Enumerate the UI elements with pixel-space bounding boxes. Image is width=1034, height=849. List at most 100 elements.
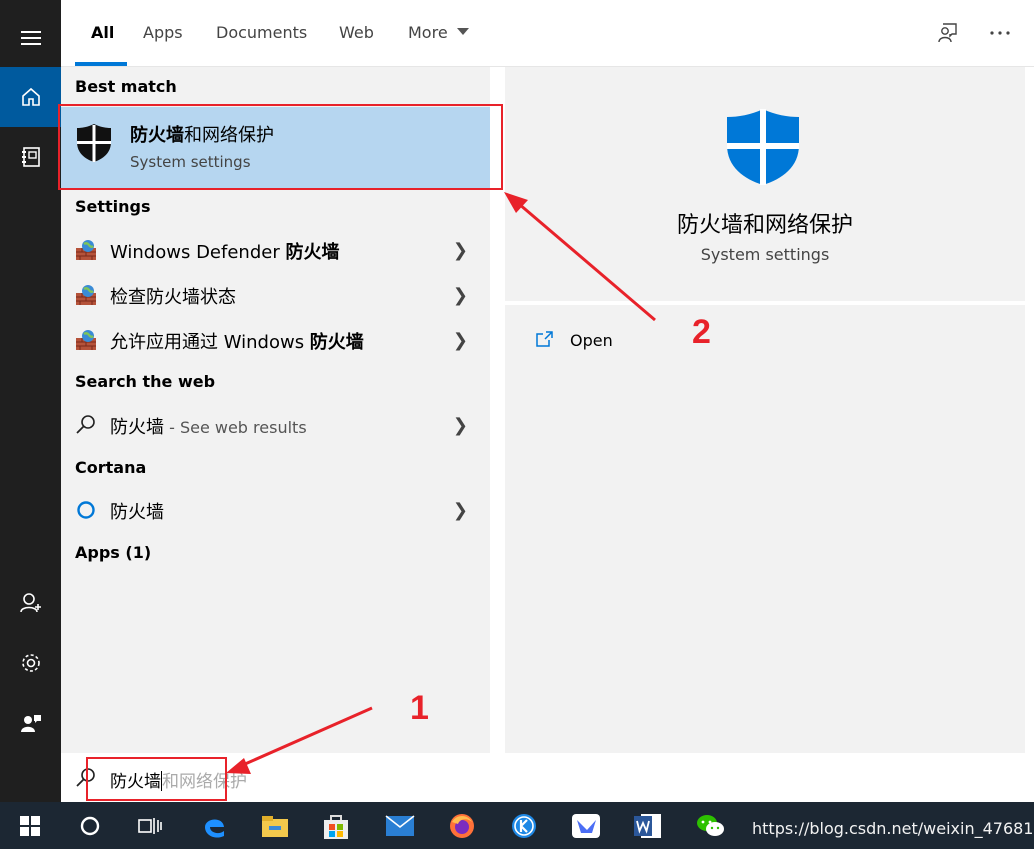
settings-item-label: Windows Defender 防火墙 [110,238,339,264]
settings-item-check-firewall[interactable]: 检查防火墙状态 ❯ [61,273,490,317]
tab-more-label: More [408,23,448,42]
annotation-box-best-match [58,104,503,190]
firefox-button[interactable] [446,810,478,842]
firefox-icon [450,814,474,838]
add-user-icon [19,593,41,613]
firewall-icon [76,240,96,260]
cortana-taskbar-button[interactable] [74,810,106,842]
task-view-icon [138,818,162,834]
notebook-button[interactable] [0,127,61,187]
mail-icon [385,815,415,836]
file-explorer-button[interactable] [259,810,291,842]
web-search-label: 防火墙 - See web results [110,413,307,439]
cortana-item[interactable]: 防火墙 ❯ [61,488,490,532]
hamburger-menu-button[interactable] [0,8,61,68]
apps-header: Apps (1) [75,543,152,562]
tab-web-label: Web [339,23,374,42]
wechat-button[interactable] [694,810,726,842]
add-user-button[interactable] [0,573,61,633]
chevron-right-icon: ❯ [452,285,468,306]
left-rail [0,0,61,802]
tab-all-label: All [91,23,115,42]
word-icon [634,814,661,838]
word-button[interactable] [632,810,664,842]
feedback-person-button[interactable] [932,18,962,48]
settings-item-bold: 防火墙 [146,287,200,308]
web-search-query: 防火墙 [110,417,164,438]
firewall-icon [76,285,96,305]
wechat-icon [697,815,724,836]
tab-web[interactable]: Web [339,0,374,67]
watermark-url: https://blog.csdn.net/weixin_47681230 [752,819,1034,838]
home-icon [21,87,40,106]
tab-more[interactable]: More [408,0,469,67]
settings-item-prefix: Windows Defender [110,242,286,263]
gear-icon [21,654,40,672]
store-icon [324,815,348,839]
more-options-button[interactable] [985,18,1015,48]
preview-header: 防火墙和网络保护 System settings [505,67,1025,301]
k-app-button[interactable] [508,810,540,842]
home-button[interactable] [0,67,61,127]
windows-start-icon [20,816,40,836]
more-icon [990,31,1010,35]
start-button[interactable] [14,810,46,842]
chevron-right-icon: ❯ [452,240,468,261]
feishu-button[interactable] [570,810,602,842]
settings-item-label: 检查防火墙状态 [110,283,236,309]
best-match-header: Best match [75,77,177,96]
task-view-button[interactable] [134,810,166,842]
settings-item-prefix: 检查 [110,287,146,308]
cortana-icon [77,501,95,519]
active-tab-indicator [75,62,127,66]
tab-documents-label: Documents [216,23,308,42]
taskbar: https://blog.csdn.net/weixin_47681230 [0,802,1034,849]
settings-item-suffix: 状态 [200,287,236,308]
tab-documents[interactable]: Documents [216,0,307,67]
preview-subtitle: System settings [700,245,830,264]
web-search-hint: - See web results [164,418,307,437]
edge-icon [205,819,224,838]
cortana-header: Cortana [75,458,147,477]
cortana-label: 防火墙 [110,502,164,523]
k-app-icon [512,814,536,838]
settings-button[interactable] [0,633,61,693]
tab-all[interactable]: All [91,0,114,67]
web-search-item[interactable]: 防火墙 - See web results ❯ [61,403,490,447]
feedback-icon [20,715,41,732]
feishu-icon [572,814,600,838]
preview-actions: Open [505,305,1025,753]
chevron-right-icon: ❯ [452,500,468,521]
annotation-box-search [86,757,227,801]
chevron-right-icon: ❯ [452,330,468,351]
preview-title: 防火墙和网络保护 [676,213,853,238]
feedback-button[interactable] [0,693,61,753]
search-web-header: Search the web [75,372,216,391]
tab-apps-label: Apps [143,23,183,42]
settings-item-bold: 防火墙 [285,242,340,263]
firewall-icon [76,330,96,350]
tab-apps[interactable]: Apps [143,0,183,67]
chevron-right-icon: ❯ [452,415,468,436]
cortana-icon [80,816,100,836]
hamburger-icon [20,31,41,45]
notebook-icon [21,147,40,167]
search-tabs-bar: All Apps Documents Web More [61,0,1034,67]
settings-item-defender-firewall[interactable]: Windows Defender 防火墙 ❯ [61,228,490,272]
settings-item-label: 允许应用通过 Windows 防火墙 [110,328,364,354]
settings-header: Settings [75,197,151,216]
file-explorer-icon [262,816,288,837]
settings-item-allow-app[interactable]: 允许应用通过 Windows 防火墙 ❯ [61,318,490,362]
shield-icon [727,109,799,185]
open-icon [536,331,553,347]
store-button[interactable] [320,810,352,842]
settings-item-bold: 防火墙 [309,332,364,353]
annotation-step-1: 1 [410,689,429,727]
edge-button[interactable] [198,810,230,842]
settings-item-prefix: 允许应用通过 Windows [110,332,310,353]
mail-button[interactable] [384,810,416,842]
annotation-step-2: 2 [692,313,711,351]
feedback-person-icon [938,23,957,43]
open-label: Open [570,331,613,350]
search-icon [76,415,95,434]
